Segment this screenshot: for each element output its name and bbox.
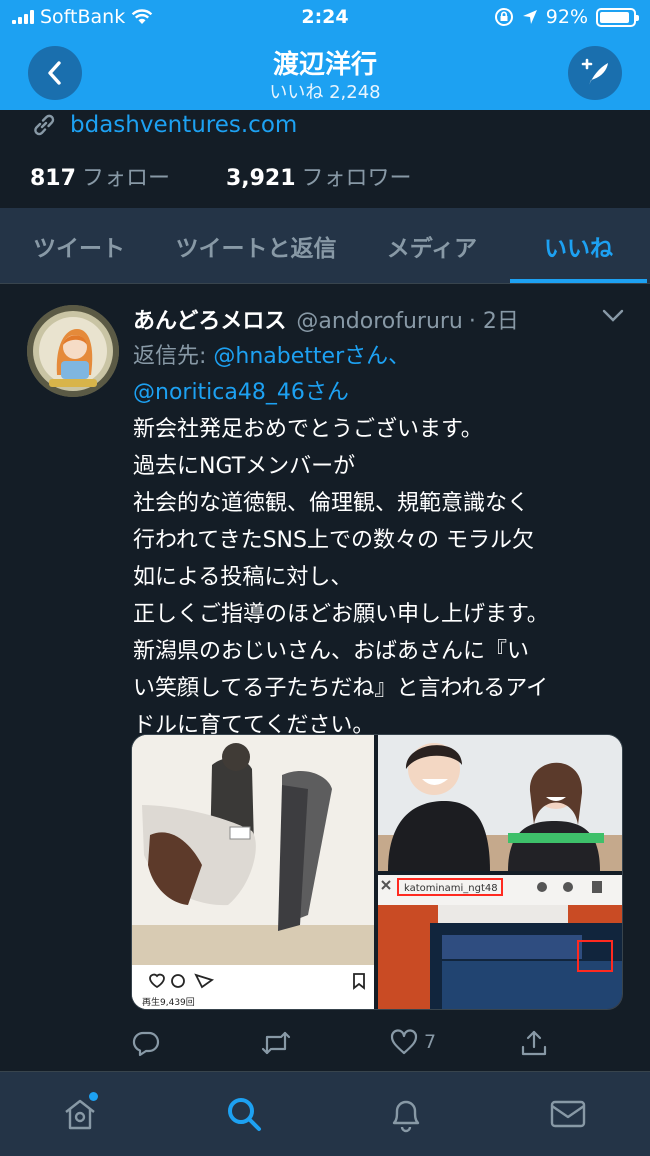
likes-count-subtitle: いいね 2,248 bbox=[269, 82, 381, 103]
media-image-3[interactable]: katominami_ngt48 bbox=[378, 875, 622, 1009]
tab-tweets-and-replies[interactable]: ツイートと返信 bbox=[158, 208, 354, 283]
following-count: 817 bbox=[30, 166, 76, 191]
media-image-2[interactable] bbox=[378, 735, 622, 871]
followers-count: 3,921 bbox=[225, 166, 296, 191]
tweet-line: い笑顔してる子たちだね』と言われるアイ bbox=[133, 676, 549, 701]
page-title: 渡辺洋行 bbox=[272, 50, 377, 80]
heart-icon bbox=[390, 1029, 418, 1055]
followers-stat[interactable]: 3,921 フォロワー bbox=[226, 160, 412, 192]
tweet-line: 新潟県のおじいさん、おばあさんに『い bbox=[133, 639, 530, 664]
tab-tweets[interactable]: ツイート bbox=[0, 208, 158, 283]
replying-prefix: 返信先: bbox=[133, 344, 207, 369]
tweet-line: 如による投稿に対し、 bbox=[133, 565, 353, 590]
rotation-lock-icon bbox=[494, 8, 513, 26]
tweet-line: 過去にNGTメンバーが bbox=[133, 454, 356, 479]
link-icon bbox=[34, 114, 55, 136]
follow-stats: 817 フォロー 3,921 フォロワー bbox=[30, 160, 412, 192]
mention-noritica[interactable]: @noritica48_46さん bbox=[133, 380, 349, 405]
tweet-actions: 7 bbox=[132, 1029, 562, 1063]
profile-tabs: ツイート ツイートと返信 メディア いいね bbox=[0, 208, 650, 284]
avatar[interactable] bbox=[27, 305, 119, 397]
notifications-tab[interactable] bbox=[386, 1094, 426, 1134]
compose-tweet-button[interactable] bbox=[568, 46, 622, 100]
reply-icon bbox=[132, 1031, 160, 1057]
overlay-username: katominami_ngt48 bbox=[404, 883, 498, 894]
compose-icon bbox=[581, 58, 608, 85]
battery-fill bbox=[600, 11, 629, 23]
tweet-time: · 2日 bbox=[468, 309, 519, 334]
tweet-line: 行われてきたSNS上での数々の モラル欠 bbox=[133, 528, 534, 553]
mail-icon bbox=[550, 1100, 586, 1128]
retweet-button[interactable] bbox=[260, 1029, 292, 1057]
bottom-tab-bar bbox=[0, 1071, 650, 1156]
media-image-1[interactable]: 再生9,439回 bbox=[132, 735, 374, 1009]
tweet-header: あんどろメロス @andorofururu · 2日 bbox=[133, 303, 519, 335]
website-row: bdashventures.com bbox=[30, 110, 297, 140]
tweet-line: 正しくご指導のほどお願い申し上げます。 bbox=[133, 602, 549, 627]
notification-dot bbox=[89, 1092, 98, 1101]
share-icon bbox=[521, 1030, 547, 1056]
chevron-down-icon[interactable] bbox=[602, 309, 624, 323]
status-bar: SoftBank 2:24 92% bbox=[0, 0, 650, 36]
tab-media[interactable]: メディア bbox=[354, 208, 510, 283]
messages-tab[interactable] bbox=[548, 1094, 588, 1134]
like-button[interactable]: 7 bbox=[390, 1029, 436, 1055]
home-tab[interactable] bbox=[60, 1092, 100, 1134]
location-icon bbox=[522, 10, 537, 24]
tweet-text: 新会社発足おめでとうございます。 過去にNGTメンバーが 社会的な道徳観、倫理観… bbox=[133, 411, 633, 744]
search-tab[interactable] bbox=[224, 1094, 264, 1134]
home-icon bbox=[65, 1099, 95, 1130]
battery-icon bbox=[596, 7, 639, 27]
share-button[interactable] bbox=[520, 1029, 548, 1057]
author-name[interactable]: あんどろメロス bbox=[133, 309, 286, 334]
like-count: 7 bbox=[424, 1031, 437, 1053]
tweet-line: 新会社発足おめでとうございます。 bbox=[133, 417, 483, 442]
bell-icon bbox=[392, 1100, 420, 1133]
tab-likes[interactable]: いいね bbox=[510, 208, 647, 283]
app-header: SoftBank 2:24 92% 渡辺洋行 いいね 2,248 bbox=[0, 0, 650, 110]
avatar-image bbox=[27, 305, 119, 397]
retweet-icon bbox=[261, 1031, 291, 1055]
reply-button[interactable] bbox=[132, 1029, 160, 1057]
tweet-media-grid: 再生9,439回 katominami_ngt48 bbox=[131, 734, 623, 1010]
battery-percent: 92% bbox=[545, 6, 588, 28]
search-icon bbox=[228, 1098, 261, 1131]
tweet-line: 社会的な道徳観、倫理観、規範意識なく bbox=[133, 491, 530, 516]
followers-label: フォロワー bbox=[301, 166, 412, 191]
following-stat[interactable]: 817 フォロー bbox=[30, 160, 170, 192]
author-handle[interactable]: @andorofururu bbox=[296, 309, 463, 334]
media-views-caption: 再生9,439回 bbox=[142, 996, 195, 1008]
tweet-card[interactable]: あんどろメロス @andorofururu · 2日 返信先: @hnabetter… bbox=[0, 285, 650, 1071]
website-link[interactable]: bdashventures.com bbox=[70, 112, 297, 138]
following-label: フォロー bbox=[81, 166, 170, 191]
replying-to: 返信先: @hnabetterさん、 @noritica48_46さん bbox=[133, 339, 410, 411]
mention-hnabetter[interactable]: @hnabetterさん、 bbox=[213, 344, 410, 369]
